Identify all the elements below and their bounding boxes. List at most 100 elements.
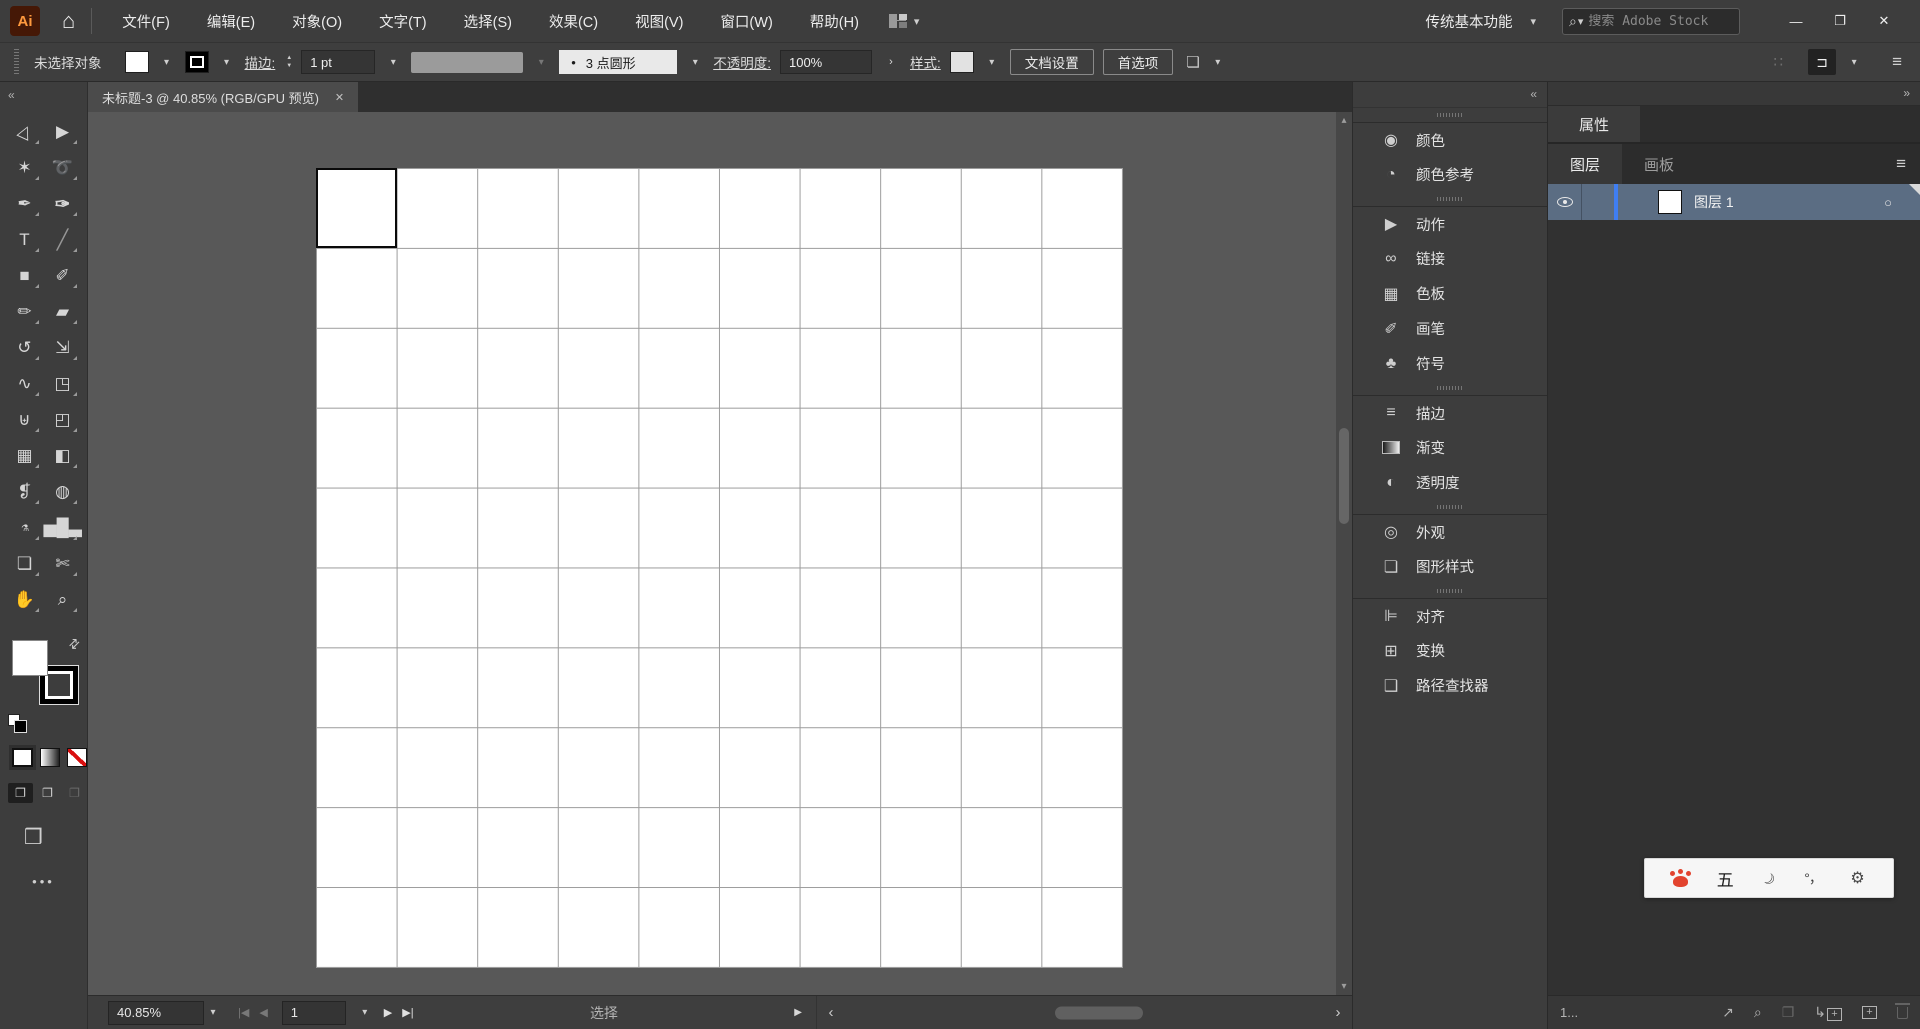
ime-input-mode[interactable]: 五	[1717, 866, 1734, 891]
brush-definition-field[interactable]: • 3 点圆形	[559, 50, 678, 74]
last-artboard-button[interactable]: ▶|	[402, 1006, 413, 1019]
draw-behind-mode-icon[interactable]: ❐	[35, 783, 60, 803]
opacity-field[interactable]: 100%	[779, 50, 872, 74]
menu-file[interactable]: 文件(F)	[122, 11, 170, 32]
ime-logo-paw-icon[interactable]	[1670, 870, 1689, 887]
zoom-chevron-icon[interactable]: ▾	[204, 1002, 222, 1024]
stroke-panel-link[interactable]: 描边:	[245, 52, 276, 72]
restore-button[interactable]: ❐	[1818, 6, 1862, 36]
vertical-scrollbar-thumb[interactable]	[1339, 428, 1349, 524]
visibility-eye-icon[interactable]	[1556, 197, 1573, 207]
brush-chevron-icon[interactable]: ▾	[686, 51, 704, 73]
eraser-tool[interactable]: ▰	[44, 294, 82, 330]
hand-tool[interactable]: ✋	[6, 582, 44, 618]
transparency-panel-button[interactable]: ◐ 透明度	[1353, 465, 1547, 500]
stroke-weight-chevron-icon[interactable]: ▾	[384, 51, 402, 73]
document-setup-button[interactable]: 文档设置	[1009, 49, 1094, 75]
panel-list-icon[interactable]: ≡	[1892, 52, 1902, 72]
artboard-tool[interactable]: ❏	[6, 546, 44, 582]
arrange-documents-icon[interactable]	[888, 14, 907, 28]
gradient-tool[interactable]: ◧	[44, 438, 82, 474]
perspective-grid-tool[interactable]: ◰	[44, 402, 82, 438]
tab-layers[interactable]: 图层	[1548, 144, 1623, 184]
none-button[interactable]	[66, 748, 88, 767]
artboard[interactable]	[316, 168, 1123, 968]
close-button[interactable]: ✕	[1862, 6, 1906, 36]
magic-wand-tool[interactable]: ✶	[6, 150, 44, 186]
stroke-color-swatch[interactable]	[184, 51, 209, 73]
stroke-weight-field[interactable]: 1 pt	[301, 50, 376, 74]
style-chevron-icon[interactable]: ▾	[983, 51, 1001, 73]
menu-effect[interactable]: 效果(C)	[549, 11, 598, 32]
curvature-tool[interactable]: ✑	[44, 186, 82, 222]
close-tab-icon[interactable]: ✕	[335, 91, 344, 104]
isolate-selected-object-icon[interactable]: ❏	[1186, 53, 1199, 71]
rectangle-tool[interactable]: ■	[6, 258, 44, 294]
expand-dock-chevron[interactable]: »	[1548, 82, 1920, 106]
artboard-number-field[interactable]: 1	[281, 1000, 346, 1025]
color-panel-button[interactable]: ◉ 颜色	[1353, 122, 1547, 157]
menu-object[interactable]: 对象(O)	[292, 11, 342, 32]
drag-handle[interactable]	[14, 49, 19, 75]
scroll-left-icon[interactable]: ‹	[823, 1004, 839, 1021]
layer-name[interactable]: 图层 1	[1694, 192, 1734, 212]
locate-object-icon[interactable]: ⌕	[1754, 1004, 1762, 1021]
direct-selection-tool[interactable]: ▶	[44, 114, 82, 150]
ime-punctuation-icon[interactable]: °，	[1804, 868, 1823, 888]
home-icon[interactable]: ⌂	[62, 8, 75, 34]
pathfinder-panel-button[interactable]: ❑ 路径查找器	[1353, 668, 1547, 703]
color-button[interactable]	[12, 748, 33, 767]
menu-type[interactable]: 文字(T)	[379, 11, 427, 32]
canvas[interactable]: ▴ ▾	[88, 112, 1352, 995]
selection-tool[interactable]: ▷	[6, 114, 44, 150]
mesh-tool[interactable]: ▦	[6, 438, 44, 474]
stroke-panel-button[interactable]: ≡ 描边	[1353, 395, 1547, 430]
pencil-tool[interactable]: ✏	[6, 294, 44, 330]
fill-dropdown-chevron-icon[interactable]: ▾	[158, 51, 176, 73]
stroke-dropdown-chevron-icon[interactable]: ▾	[218, 51, 236, 73]
symbol-sprayer-tool[interactable]: ⚗	[6, 510, 44, 546]
transform-panel-button[interactable]: ⊞ 变换	[1353, 633, 1547, 668]
new-sublayer-icon[interactable]: ↳ +	[1814, 1004, 1842, 1021]
menu-help[interactable]: 帮助(H)	[810, 11, 859, 32]
swatches-panel-button[interactable]: ▦ 色板	[1353, 276, 1547, 311]
vertical-scrollbar[interactable]: ▴ ▾	[1336, 112, 1352, 995]
scroll-right-icon[interactable]: ›	[1330, 1004, 1346, 1021]
menu-view[interactable]: 视图(V)	[635, 11, 683, 32]
align-panel-button[interactable]: ⊫ 对齐	[1353, 598, 1547, 633]
layer-row[interactable]: 图层 1 ○	[1548, 184, 1920, 220]
width-tool[interactable]: ∿	[6, 366, 44, 402]
shape-builder-tool[interactable]: ⊎	[6, 402, 44, 438]
tab-properties[interactable]: 属性	[1548, 106, 1640, 142]
swap-fill-stroke-icon[interactable]: ⇄	[65, 634, 84, 653]
paintbrush-tool[interactable]: ✐	[44, 258, 82, 294]
pen-tool[interactable]: ✒	[6, 186, 44, 222]
isolate-chevron-icon[interactable]: ▾	[1209, 51, 1227, 73]
line-segment-tool[interactable]: ╱	[44, 222, 82, 258]
collapse-toolbar-chevron[interactable]: «	[0, 82, 87, 110]
lasso-tool[interactable]: ➰	[44, 150, 82, 186]
preferences-button[interactable]: 首选项	[1102, 49, 1174, 75]
draw-normal-mode-icon[interactable]: ❐	[8, 783, 33, 803]
stroke-weight-stepper[interactable]: ▲ ▼	[286, 55, 292, 69]
scale-tool[interactable]: ⇲	[44, 330, 82, 366]
free-transform-tool[interactable]: ◳	[44, 366, 82, 402]
selected-grid-cell[interactable]	[316, 168, 397, 248]
tab-artboards[interactable]: 画板	[1622, 144, 1696, 184]
default-fill-stroke-icon[interactable]	[8, 714, 27, 733]
gradient-button[interactable]	[39, 748, 60, 767]
width-profile-preview[interactable]	[411, 51, 524, 73]
eyedropper-tool[interactable]: ❡	[6, 474, 44, 510]
workspace-layout-icon[interactable]: ⊐	[1808, 49, 1837, 75]
next-artboard-button[interactable]: ▶	[384, 1006, 392, 1019]
zoom-level-field[interactable]: 40.85%	[108, 1000, 204, 1025]
menu-window[interactable]: 窗口(W)	[720, 11, 772, 32]
minimize-button[interactable]: —	[1774, 6, 1818, 36]
slice-tool[interactable]: ✄	[44, 546, 82, 582]
graphic-styles-panel-button[interactable]: ❏ 图形样式	[1353, 549, 1547, 584]
workspace-layout-chevron-icon[interactable]: ▾	[1845, 51, 1863, 73]
change-screen-mode-icon[interactable]: ❒	[24, 825, 87, 850]
column-graph-tool[interactable]: ▅█▃	[44, 510, 82, 546]
menu-edit[interactable]: 编辑(E)	[207, 11, 255, 32]
lock-toggle-cell[interactable]	[1582, 184, 1614, 220]
